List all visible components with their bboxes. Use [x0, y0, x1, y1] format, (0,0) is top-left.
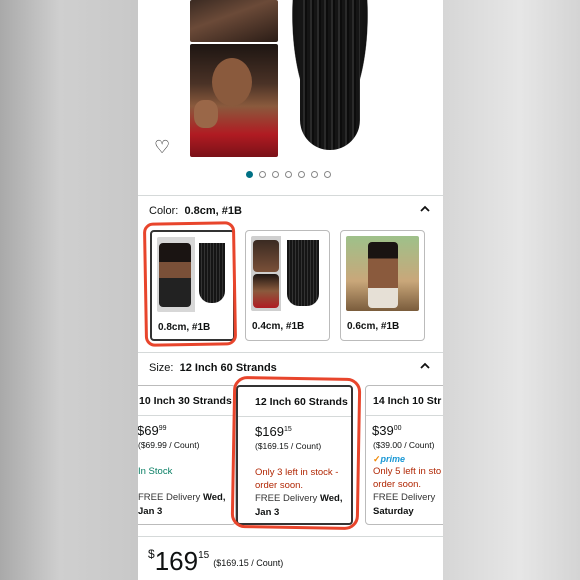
carousel-dot[interactable] — [272, 171, 279, 178]
stock-status: Only 5 left in sto order soon. — [373, 465, 441, 491]
swatch-strands — [287, 240, 319, 306]
size-selected-value: 12 Inch 60 Strands — [179, 362, 277, 374]
delivery-date: Jan 3 — [255, 507, 280, 518]
gallery-photo-product — [282, 0, 378, 150]
size-option-unit-price: ($69.99 / Count) — [138, 440, 200, 450]
price-whole: 169 — [262, 424, 284, 439]
loc-strands — [300, 0, 360, 150]
delivery-date: Saturday — [373, 506, 414, 517]
gallery-photo-model — [190, 44, 278, 157]
chevron-up-icon[interactable] — [419, 360, 431, 372]
divider — [138, 536, 443, 537]
stock-line: Only 5 left in sto — [373, 466, 442, 477]
delivery-prefix: FREE Delivery — [255, 493, 318, 504]
color-option-label: 0.6cm, #1B — [347, 321, 400, 332]
size-option-price: $6999 — [138, 423, 167, 438]
size-option-price: $3900 — [372, 423, 402, 438]
price-cents: 00 — [393, 425, 402, 432]
check-icon: ✓ — [373, 454, 381, 464]
size-option-price: $16915 — [255, 424, 292, 439]
size-option-title: 12 Inch 60 Strands — [255, 396, 348, 408]
size-option-2[interactable]: 14 Inch 10 Str $3900 ($39.00 / Count) ✓p… — [365, 385, 443, 525]
swatch-person — [253, 274, 279, 308]
heart-icon[interactable]: ♡ — [154, 138, 172, 156]
color-option-label: 0.8cm, #1B — [158, 322, 211, 333]
price-whole: 39 — [379, 423, 394, 438]
delivery-prefix: FREE Delivery — [373, 492, 436, 503]
image-gallery[interactable]: ♡ — [138, 0, 443, 195]
price-cents: 15 — [283, 426, 292, 433]
size-option-unit-price: ($169.15 / Count) — [255, 441, 322, 451]
size-option-1[interactable]: 12 Inch 60 Strands $16915 ($169.15 / Cou… — [236, 385, 353, 525]
size-option-title: 14 Inch 10 Str — [373, 395, 442, 407]
color-header[interactable]: Color: 0.8cm, #1B — [149, 205, 242, 217]
price-cents: 15 — [198, 550, 210, 561]
color-option-1[interactable]: 0.4cm, #1B — [245, 230, 330, 341]
color-label: Color: — [149, 205, 179, 217]
size-option-title: 10 Inch 30 Strands — [139, 395, 232, 407]
color-option-image — [251, 236, 324, 311]
stock-status: In Stock — [138, 466, 173, 477]
swatch-person — [368, 242, 398, 308]
prime-label: prime — [380, 454, 406, 464]
delivery-date: Wed, — [319, 493, 343, 504]
chevron-up-icon[interactable] — [419, 203, 431, 215]
carousel-dot[interactable] — [259, 171, 266, 178]
stock-status: Only 3 left in stock - order soon. — [255, 466, 338, 492]
carousel-dot[interactable] — [285, 171, 292, 178]
delivery-prefix: FREE Delivery — [138, 492, 201, 503]
color-option-image — [157, 237, 230, 312]
carousel-dot[interactable] — [311, 171, 318, 178]
carousel-dot[interactable] — [298, 171, 305, 178]
size-label: Size: — [149, 362, 174, 374]
delivery-date: Jan 3 — [138, 506, 163, 517]
stock-line: order soon. — [255, 480, 304, 491]
buybox-price: $16915($169.15 / Count) — [148, 546, 283, 577]
delivery-info: FREE Delivery Wed, Jan 3 — [255, 492, 342, 520]
gallery-photo-top — [190, 0, 278, 42]
size-header[interactable]: Size: 12 Inch 60 Strands — [149, 362, 277, 374]
stock-line: order soon. — [373, 479, 422, 490]
unit-price: ($169.15 / Count) — [213, 558, 284, 568]
delivery-info: FREE Delivery Saturday — [373, 491, 435, 519]
delivery-info: FREE Delivery Wed, Jan 3 — [138, 491, 225, 519]
delivery-date: Wed, — [202, 492, 226, 503]
carousel-dot[interactable] — [246, 171, 253, 178]
product-page: ♡ Color: 0.8cm, #1B 0.8cm, #1B 0.4cm, #1… — [138, 0, 443, 580]
price-cents: 99 — [158, 425, 167, 432]
divider — [138, 195, 443, 196]
swatch-person — [159, 243, 191, 307]
carousel-dots[interactable] — [246, 171, 331, 178]
size-option-unit-price: ($39.00 / Count) — [373, 440, 435, 450]
divider — [138, 352, 443, 353]
carousel-dot[interactable] — [324, 171, 331, 178]
stock-line: Only 3 left in stock - — [255, 467, 339, 478]
price-currency: $ — [148, 547, 155, 561]
swatch-strands — [199, 243, 225, 303]
divider — [238, 416, 351, 417]
color-selected-value: 0.8cm, #1B — [184, 205, 242, 217]
divider — [366, 415, 443, 416]
size-option-0[interactable]: 10 Inch 30 Strands $6999 ($69.99 / Count… — [138, 385, 236, 525]
price-whole: 69 — [144, 423, 159, 438]
color-option-0[interactable]: 0.8cm, #1B — [150, 230, 235, 341]
color-option-image — [346, 236, 419, 311]
divider — [138, 415, 235, 416]
price-whole: 169 — [154, 546, 199, 576]
color-option-2[interactable]: 0.6cm, #1B — [340, 230, 425, 341]
prime-badge: ✓prime — [373, 454, 405, 465]
color-option-label: 0.4cm, #1B — [252, 321, 305, 332]
swatch-person — [253, 240, 279, 272]
